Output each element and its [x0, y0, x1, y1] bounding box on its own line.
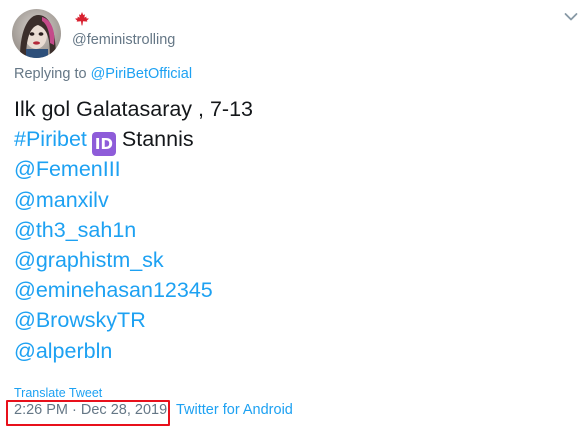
tweet-line: Ilk gol Galatasaray , 7-13 — [14, 97, 254, 121]
mention-link[interactable]: @eminehasan12345 — [14, 275, 253, 305]
user-handle[interactable]: @feministrolling — [72, 32, 175, 48]
mention-link[interactable]: @th3_sah1n — [14, 215, 253, 245]
maple-leaf-icon — [75, 11, 89, 26]
avatar[interactable] — [12, 8, 61, 58]
id-emoji-icon: ID — [91, 132, 116, 157]
mention-link[interactable]: @graphistm_sk — [14, 245, 253, 275]
user-info: @feministrolling — [72, 9, 272, 58]
mention-link[interactable]: @FemenIII — [14, 154, 253, 184]
tweet-line: #Piribet ID Stannis — [14, 124, 253, 157]
timestamp-highlight-box — [6, 400, 170, 426]
tweet-source-link[interactable]: Twitter for Android — [176, 402, 293, 418]
hashtag-link[interactable]: #Piribet — [14, 127, 87, 151]
replying-to-label: Replying to — [14, 66, 91, 82]
replying-to: Replying to @PiriBetOfficial — [14, 66, 192, 82]
mention-link[interactable]: @manxilv — [14, 185, 253, 215]
tweet-word: Stannis — [121, 127, 194, 152]
tweet-text: Ilk gol Galatasaray , 7-13 #Piribet ID Sta… — [14, 94, 253, 366]
tweet-card: @feministrolling Replying to @PiriBetOff… — [0, 0, 588, 433]
mention-link[interactable]: @BrowskyTR — [14, 305, 253, 335]
chevron-down-icon[interactable] — [564, 12, 578, 22]
mention-link[interactable]: @alperbln — [14, 336, 253, 366]
avatar-image — [12, 8, 61, 58]
translate-tweet-link[interactable]: Translate Tweet — [14, 386, 102, 400]
tweet-header: @feministrolling — [12, 8, 272, 58]
reply-target-link[interactable]: @PiriBetOfficial — [91, 66, 192, 82]
